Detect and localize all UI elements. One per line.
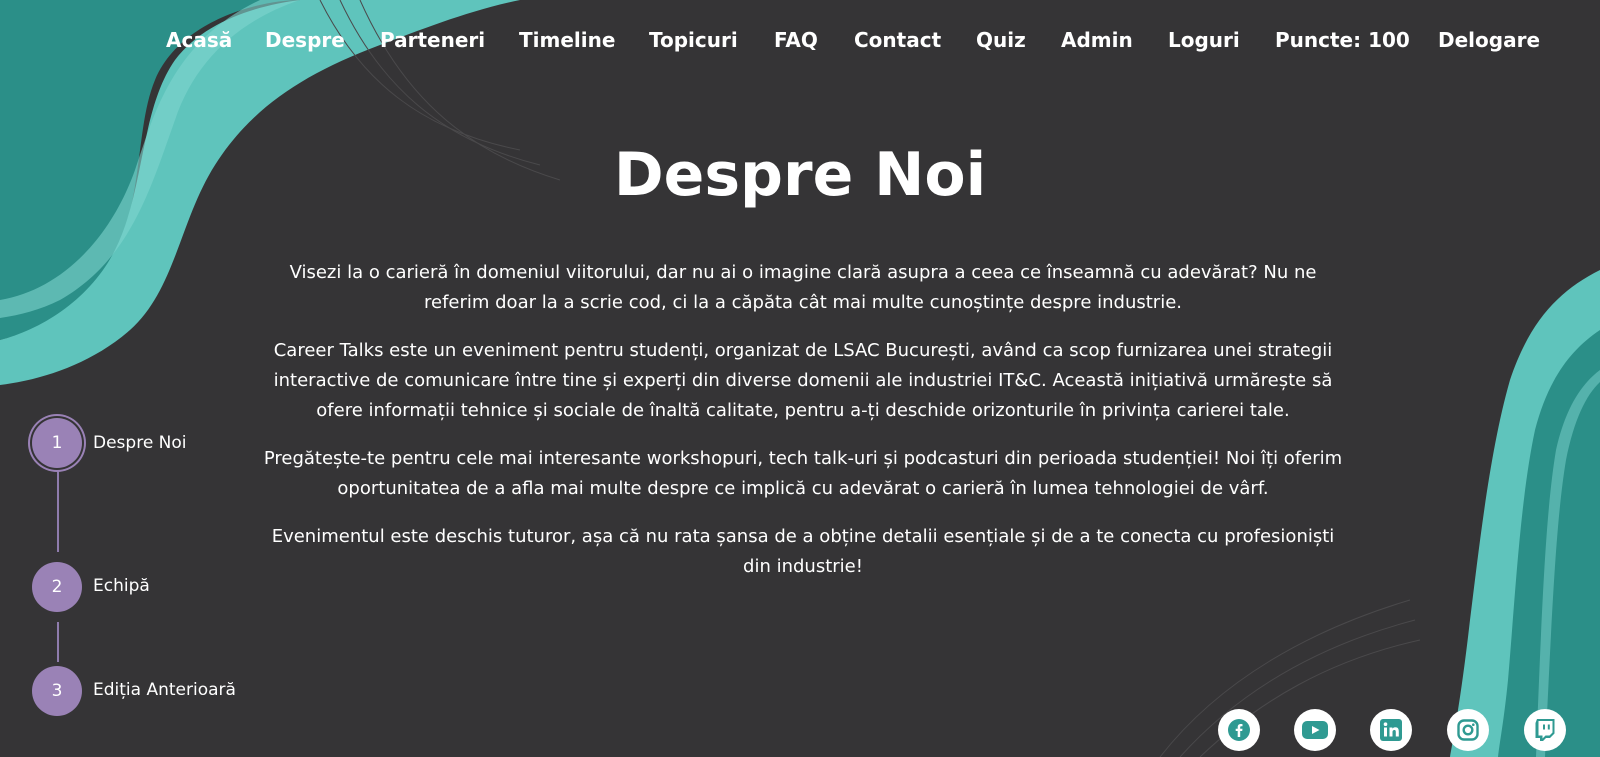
nav-link-faq[interactable]: FAQ xyxy=(774,28,818,52)
twitch-icon xyxy=(1535,719,1555,741)
main-nav: Acasă Despre Parteneri Timeline Topicuri… xyxy=(0,28,1600,58)
twitch-link[interactable] xyxy=(1524,709,1566,751)
nav-points[interactable]: Puncte: 100 xyxy=(1275,28,1410,52)
step-2-circle[interactable]: 2 xyxy=(32,562,82,612)
linkedin-link[interactable] xyxy=(1370,709,1412,751)
instagram-link[interactable] xyxy=(1447,709,1489,751)
step-2-label[interactable]: Echipă xyxy=(93,576,150,596)
nav-link-parteneri[interactable]: Parteneri xyxy=(380,28,485,52)
nav-link-despre[interactable]: Despre xyxy=(265,28,345,52)
nav-link-quiz[interactable]: Quiz xyxy=(976,28,1026,52)
youtube-link[interactable] xyxy=(1294,709,1336,751)
facebook-icon xyxy=(1228,719,1250,741)
linkedin-icon xyxy=(1380,719,1402,741)
youtube-icon xyxy=(1302,721,1328,739)
step-1-label[interactable]: Despre Noi xyxy=(93,433,187,453)
step-3-circle[interactable]: 3 xyxy=(32,666,82,716)
page-title: Despre Noi xyxy=(613,140,987,210)
about-paragraph: Pregătește-te pentru cele mai interesant… xyxy=(263,448,1343,499)
nav-link-acasa[interactable]: Acasă xyxy=(166,28,232,52)
step-1-circle[interactable]: 1 xyxy=(32,418,82,468)
nav-link-admin[interactable]: Admin xyxy=(1061,28,1133,52)
about-paragraph: Career Talks este un eveniment pentru st… xyxy=(273,340,1333,421)
nav-link-contact[interactable]: Contact xyxy=(854,28,941,52)
nav-link-topicuri[interactable]: Topicuri xyxy=(649,28,738,52)
instagram-icon xyxy=(1457,719,1479,741)
stepper-connector xyxy=(57,470,59,552)
about-paragraph: Evenimentul este deschis tuturor, așa că… xyxy=(271,526,1335,577)
nav-link-timeline[interactable]: Timeline xyxy=(519,28,615,52)
step-3-label[interactable]: Ediția Anterioară xyxy=(93,680,236,700)
nav-link-logout[interactable]: Delogare xyxy=(1438,28,1540,52)
about-content: Visezi la o carieră în domeniul viitorul… xyxy=(258,258,1348,600)
stepper-connector xyxy=(57,622,59,662)
about-paragraph: Visezi la o carieră în domeniul viitorul… xyxy=(289,262,1317,313)
facebook-link[interactable] xyxy=(1218,709,1260,751)
nav-link-loguri[interactable]: Loguri xyxy=(1168,28,1240,52)
